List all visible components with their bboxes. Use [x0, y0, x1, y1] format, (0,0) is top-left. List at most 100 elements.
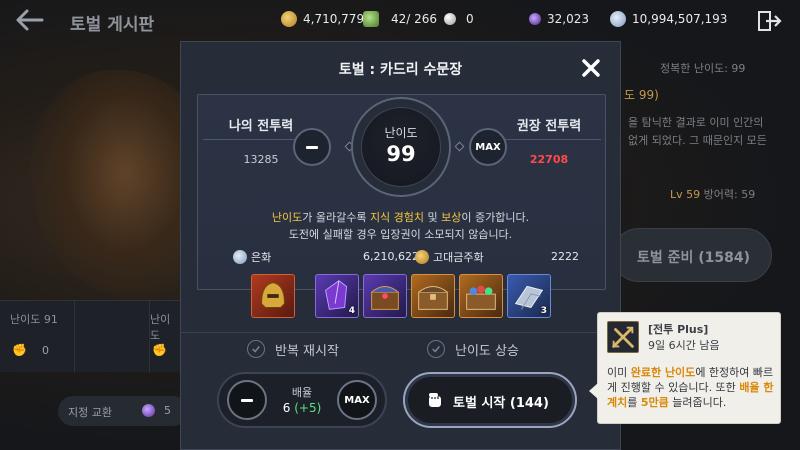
difficulty-increase-label: 난이도 상승 — [455, 343, 519, 359]
gold-resource: 4,710,779 — [281, 10, 364, 28]
recommended-power-label: 권장 전투력 — [516, 119, 582, 134]
difficulty-max-button[interactable]: MAX — [469, 128, 507, 166]
highlight-reward: 보상 — [441, 211, 462, 224]
multiplier-label: 배율 — [291, 386, 313, 399]
dialog-title: 토벌 : 카드리 수문장 — [338, 62, 463, 78]
silver-ingot-icon[interactable]: 3 — [507, 274, 551, 318]
start-raid-button[interactable]: 토벌 시작 (144) — [403, 372, 577, 428]
ancient-gold-coin-icon — [415, 250, 429, 264]
silver-coin-icon — [610, 11, 626, 27]
crossed-swords-icon — [607, 321, 639, 353]
difficulty-card-strip: 난이도 91 ✊ 0 난이도 ✊ — [0, 300, 180, 373]
info-text: 이 증가합니다. — [461, 211, 530, 224]
difficulty-card-count: 0 — [42, 344, 49, 357]
multiplier-max-button[interactable]: MAX — [337, 380, 377, 420]
treasure-chest-icon[interactable] — [411, 274, 455, 318]
dark-orb-icon — [142, 404, 155, 417]
buff-description: 이미 완료한 난이도에 한정하여 빠르게 진행할 수 있습니다. 또한 배율 한… — [607, 365, 779, 410]
multiplier-control: 배율 6 (+5) MAX — [217, 372, 387, 428]
max-label: MAX — [344, 394, 370, 406]
silver-reward-value: 6,210,622 — [363, 250, 419, 263]
dark-orb-value: 32,023 — [547, 12, 589, 26]
pearl-value: 0 — [466, 12, 474, 26]
pearl-icon — [444, 13, 456, 25]
conquered-difficulty-text: 정복한 난이도: 99 — [660, 62, 746, 75]
top-bar: 토벌 게시판 4,710,779 42/ 266 0 32,023 10,994… — [0, 0, 800, 40]
check-icon — [247, 340, 265, 358]
buff-highlight: 완료한 난이도 — [630, 366, 696, 379]
repeat-restart-label: 반복 재시작 — [275, 343, 339, 359]
gem-chest-icon[interactable] — [459, 274, 503, 318]
difficulty-dial: 난이도 99 — [351, 97, 451, 197]
ancient-gold-reward-value: 2222 — [551, 250, 579, 263]
gold-value: 4,710,779 — [303, 12, 365, 26]
difficulty-card-image[interactable] — [75, 301, 150, 373]
reward-info-line: 난이도가 올라갈수록 지식 경험치 및 보상이 증가합니다. — [181, 209, 620, 225]
ancient-gold-reward-label: 고대금주화 — [433, 251, 484, 264]
silver-resource: 10,994,507,193 — [610, 10, 727, 28]
difficulty-card-label: 난이도 — [150, 313, 171, 342]
jewel-chest-icon[interactable] — [363, 274, 407, 318]
ancient-gold-reward: 고대금주화 — [415, 249, 484, 265]
divider — [181, 332, 620, 333]
gold-coin-icon — [281, 11, 297, 27]
start-raid-label: 토벌 시작 (144) — [453, 396, 549, 411]
failure-info-line: 도전에 실패할 경우 입장권이 소모되지 않습니다. — [288, 228, 513, 241]
minus-icon — [306, 145, 318, 149]
difficulty-dial-inner: 난이도 99 — [361, 107, 441, 187]
stamina-icon — [363, 11, 379, 27]
max-label: MAX — [475, 141, 501, 153]
designated-exchange-button[interactable]: 지정 교환 5 — [58, 396, 188, 426]
back-arrow-icon[interactable] — [14, 8, 44, 32]
silver-reward-label: 은화 — [251, 251, 272, 264]
info-text: 가 올라갈수록 — [302, 211, 370, 224]
multiplier-value-group: 6 (+5) — [269, 401, 335, 415]
combat-plus-tooltip: [전투 Plus] 9일 6시간 남음 이미 완료한 난이도에 한정하여 빠르게… — [589, 312, 781, 424]
buff-title: [전투 Plus] — [648, 323, 709, 336]
buff-text: 늘려줍니다. — [668, 396, 727, 409]
difficulty-card[interactable]: 난이도 ✊ — [140, 301, 180, 373]
silver-value: 10,994,507,193 — [632, 12, 728, 26]
currency-reward-row: 은화 6,210,622 고대금주화 2222 — [229, 247, 589, 267]
buff-remaining-time: 9일 6시간 남음 — [648, 339, 720, 352]
difficulty-card-label: 난이도 91 — [10, 313, 58, 326]
reward-item-list: 4 3 — [249, 274, 569, 322]
prepare-raid-label: 토벌 준비 (1584) — [637, 250, 751, 266]
info-text: 및 — [424, 211, 442, 224]
close-icon[interactable] — [581, 58, 601, 78]
fist-icon: ✊ — [152, 343, 167, 357]
silver-reward: 은화 — [233, 249, 271, 265]
fist-icon — [427, 391, 443, 409]
stamina-resource: 42/ 266 — [363, 10, 437, 28]
fist-icon: ✊ — [12, 343, 27, 357]
boss-level-text: Lv 59 방어력: 59 — [670, 188, 756, 201]
multiplier-decrease-button[interactable] — [227, 380, 267, 420]
highlight-difficulty: 난이도 — [271, 211, 303, 224]
exit-door-icon[interactable] — [757, 10, 783, 32]
difficulty-value: 99 — [386, 142, 416, 166]
difficulty-label: 난이도 — [384, 126, 418, 140]
boss-desc-line2: 없게 되었다. 그 때문인지 모든 — [628, 134, 767, 147]
check-icon — [427, 340, 445, 358]
exchange-count: 5 — [164, 404, 171, 417]
golden-helmet-icon[interactable] — [251, 274, 295, 318]
multiplier-value: 6 — [282, 401, 291, 415]
pearl-resource: 0 — [444, 10, 474, 28]
difficulty-increase-toggle[interactable]: 난이도 상승 — [427, 338, 519, 360]
repeat-restart-toggle[interactable]: 반복 재시작 — [247, 338, 339, 360]
minus-icon — [241, 398, 253, 402]
reward-count: 4 — [348, 306, 355, 316]
difficulty-decrease-button[interactable] — [293, 128, 331, 166]
prepare-raid-button[interactable]: 토벌 준비 (1584) — [612, 228, 772, 282]
buff-text: 이미 — [607, 366, 631, 379]
purple-crystal-icon[interactable]: 4 — [315, 274, 359, 318]
boss-desc-line1: 을 탐닉한 결과로 이미 인간의 — [628, 116, 764, 129]
stamina-value: 42/ 266 — [391, 12, 438, 26]
silver-coin-icon — [233, 250, 247, 264]
recommended-power-value: 22708 — [529, 153, 569, 166]
difficulty-card[interactable]: 난이도 91 ✊ 0 — [0, 301, 75, 373]
dialog-header: 토벌 : 카드리 수문장 — [181, 42, 620, 94]
page-title: 토벌 게시판 — [70, 15, 155, 35]
multiplier-bonus: (+5) — [294, 401, 322, 415]
highlight-knowledge-exp: 지식 경험치 — [369, 211, 425, 224]
